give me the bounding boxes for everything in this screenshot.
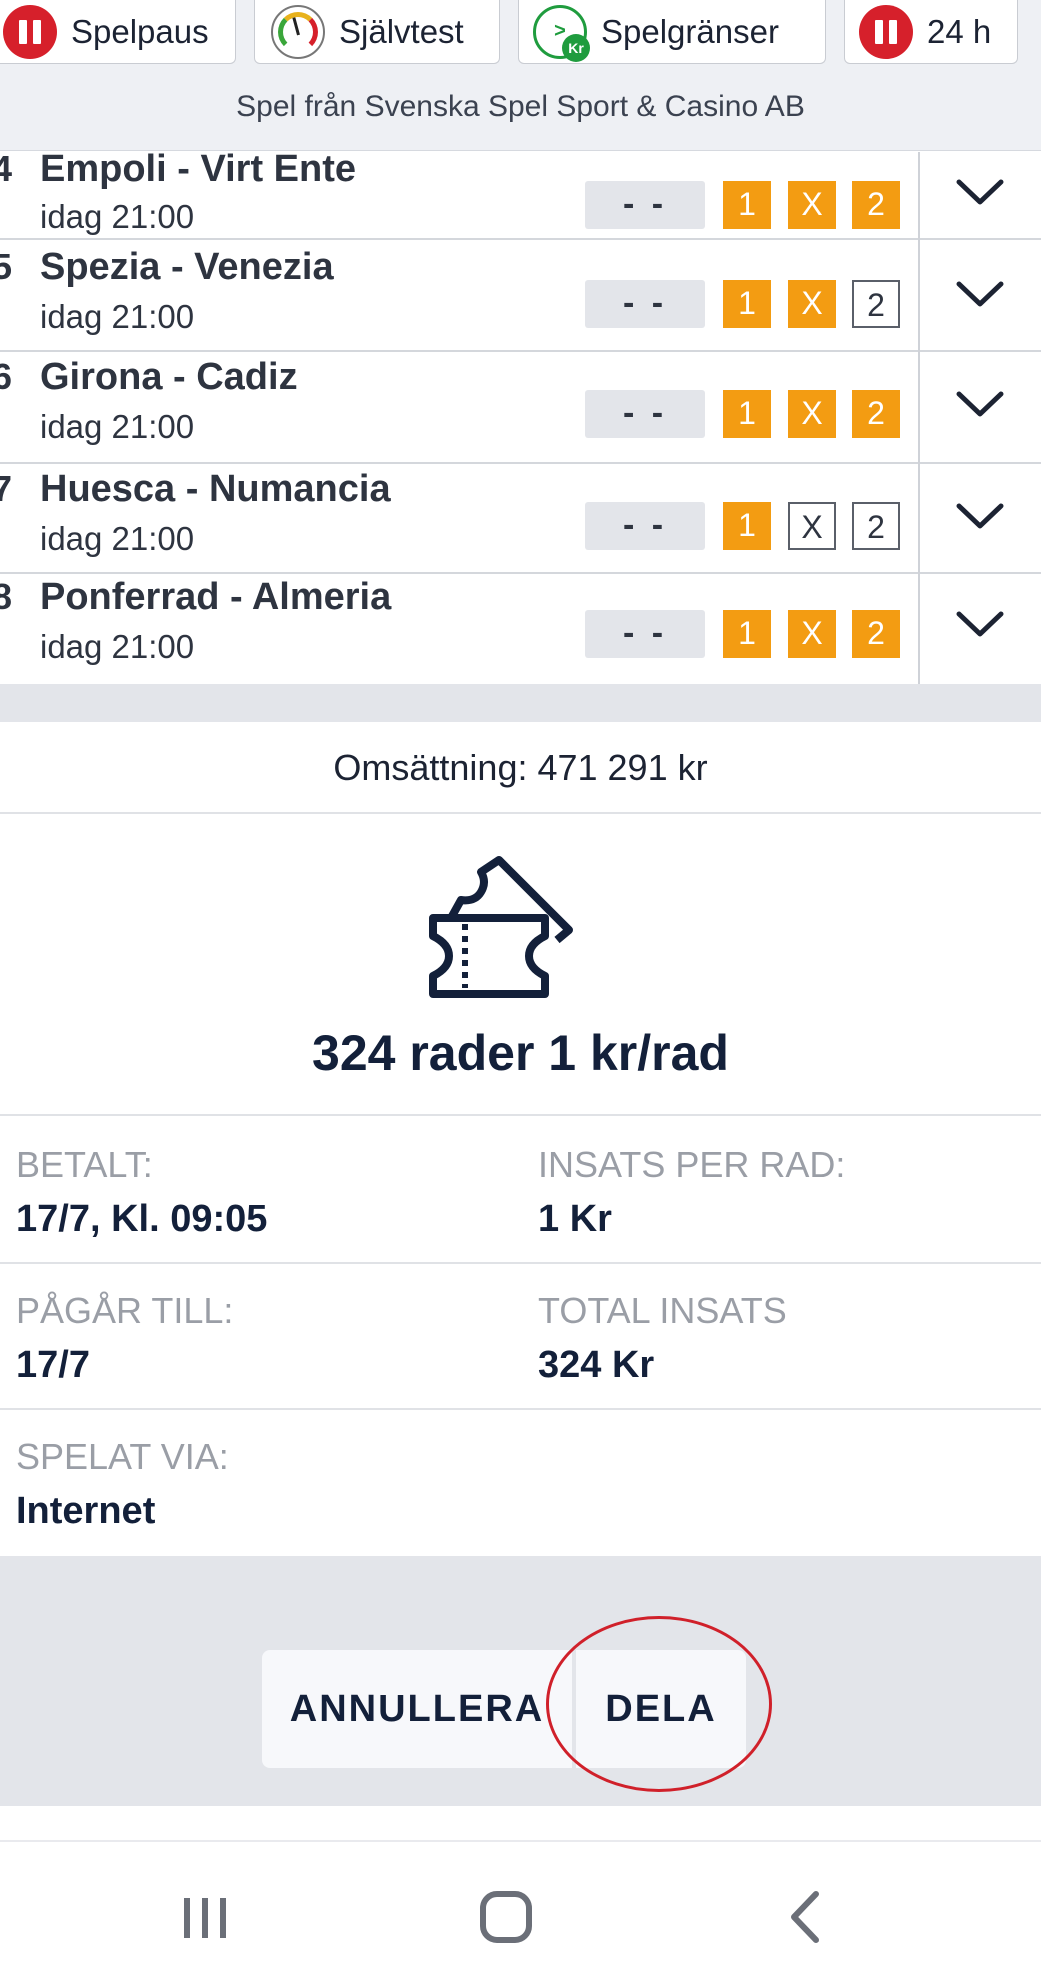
spelpaus-button[interactable]: Spelpaus — [0, 0, 236, 64]
chevron-down-icon[interactable] — [955, 380, 1005, 430]
runs-until-cell: PÅGÅR TILL: 17/7 — [16, 1290, 233, 1387]
ticket-title: 324 rader 1 kr/rad — [312, 1025, 729, 1081]
info-row-runs-until: PÅGÅR TILL: 17/7 TOTAL INSATS 324 Kr — [0, 1264, 1041, 1410]
ticket-summary: 324 rader 1 kr/rad — [0, 814, 1041, 1116]
row-divider — [918, 574, 920, 684]
pick-1[interactable]: 1 — [723, 390, 771, 438]
cancel-button[interactable]: ANNULLERA — [262, 1650, 572, 1768]
stake-per-row-label: INSATS PER RAD: — [538, 1144, 846, 1185]
chevron-down-icon[interactable] — [955, 600, 1005, 650]
pick-1[interactable]: 1 — [723, 280, 771, 328]
match-list: 4 Empoli - Virt Ente idag 21:00 - - 1 X … — [0, 152, 1041, 684]
pick-x[interactable]: X — [788, 181, 836, 229]
system-nav-bar — [0, 1840, 1041, 1984]
stake-per-row-cell: INSATS PER RAD: 1 Kr — [538, 1144, 845, 1241]
pick-2[interactable]: 2 — [852, 390, 900, 438]
pick-x[interactable]: X — [788, 610, 836, 658]
pick-2[interactable]: 2 — [852, 610, 900, 658]
match-row[interactable]: 6 Girona - Cadiz idag 21:00 - - 1 X 2 — [0, 352, 1041, 464]
pick-2[interactable]: 2 — [852, 502, 900, 550]
row-divider — [918, 240, 920, 352]
responsible-gaming-bar: Spelpaus Självtest > Kr Spelgränser 24 h… — [0, 0, 1041, 151]
match-row[interactable]: 7 Huesca - Numancia idag 21:00 - - 1 X 2 — [0, 464, 1041, 574]
spelgranser-button[interactable]: > Kr Spelgränser — [518, 0, 826, 64]
sjalvtest-label: Självtest — [339, 12, 464, 50]
chevron-down-icon[interactable] — [955, 168, 1005, 218]
match-time: idag 21:00 — [40, 408, 195, 445]
played-via-label: SPELAT VIA: — [16, 1436, 229, 1477]
annotation-circle — [546, 1616, 772, 1792]
match-teams: Ponferrad - Almeria — [40, 576, 392, 618]
pause-icon — [859, 4, 913, 59]
match-number: 5 — [0, 246, 13, 287]
info-row-played-via: SPELAT VIA: Internet — [0, 1410, 1041, 1556]
match-teams: Empoli - Virt Ente — [40, 152, 357, 190]
match-teams: Spezia - Venezia — [40, 246, 334, 288]
kr-badge: Kr — [562, 33, 590, 62]
match-number: 7 — [0, 468, 13, 509]
pick-2[interactable]: 2 — [852, 181, 900, 229]
info-row-paid: BETALT: 17/7, Kl. 09:05 INSATS PER RAD: … — [0, 1116, 1041, 1264]
played-via-value: Internet — [16, 1490, 156, 1532]
score-box: - - — [585, 610, 705, 658]
total-stake-label: TOTAL INSATS — [538, 1290, 787, 1331]
spelpaus-label: Spelpaus — [71, 12, 209, 50]
score-box: - - — [585, 390, 705, 438]
chevron-down-icon[interactable] — [955, 492, 1005, 542]
row-divider — [918, 352, 920, 464]
pause-icon — [3, 4, 57, 59]
limits-kr-icon: > Kr — [533, 4, 590, 62]
pause-24h-button[interactable]: 24 h — [844, 0, 1018, 64]
match-row[interactable]: 8 Ponferrad - Almeria idag 21:00 - - 1 X… — [0, 574, 1041, 684]
recent-apps-icon[interactable] — [170, 1882, 240, 1952]
match-time: idag 21:00 — [40, 298, 195, 335]
back-icon[interactable] — [772, 1882, 842, 1952]
match-row[interactable]: 5 Spezia - Venezia idag 21:00 - - 1 X 2 — [0, 240, 1041, 352]
gauge-icon — [271, 4, 325, 59]
chevron-down-icon[interactable] — [955, 270, 1005, 320]
runs-until-value: 17/7 — [16, 1344, 90, 1386]
score-box: - - — [585, 280, 705, 328]
pick-x[interactable]: X — [788, 502, 836, 550]
total-stake-cell: TOTAL INSATS 324 Kr — [538, 1290, 787, 1387]
row-divider — [918, 464, 920, 574]
pick-x[interactable]: X — [788, 280, 836, 328]
operator-caption: Spel från Svenska Spel Sport & Casino AB — [236, 90, 805, 123]
match-number: 8 — [0, 576, 13, 617]
home-icon[interactable] — [471, 1882, 541, 1952]
match-number: 4 — [0, 152, 13, 189]
match-teams: Girona - Cadiz — [40, 356, 298, 398]
paid-value: 17/7, Kl. 09:05 — [16, 1198, 268, 1240]
ticket-icon — [429, 856, 573, 998]
pick-1[interactable]: 1 — [723, 502, 771, 550]
turnover-text: Omsättning: 471 291 kr — [0, 722, 1041, 814]
match-row[interactable]: 4 Empoli - Virt Ente idag 21:00 - - 1 X … — [0, 152, 1041, 240]
match-number: 6 — [0, 356, 13, 397]
paid-cell: BETALT: 17/7, Kl. 09:05 — [16, 1144, 267, 1241]
action-area: ANNULLERA DELA — [0, 1556, 1041, 1806]
match-time: idag 21:00 — [40, 198, 195, 235]
sjalvtest-button[interactable]: Självtest — [254, 0, 500, 64]
match-time: idag 21:00 — [40, 628, 195, 665]
pick-1[interactable]: 1 — [723, 181, 771, 229]
pick-1[interactable]: 1 — [723, 610, 771, 658]
pick-x[interactable]: X — [788, 390, 836, 438]
pick-2[interactable]: 2 — [852, 280, 900, 328]
played-via-cell: SPELAT VIA: Internet — [16, 1436, 229, 1533]
match-time: idag 21:00 — [40, 520, 195, 557]
spelgranser-label: Spelgränser — [601, 12, 779, 50]
pause-24h-label: 24 h — [927, 12, 992, 50]
runs-until-label: PÅGÅR TILL: — [16, 1290, 234, 1331]
score-box: - - — [585, 502, 705, 550]
list-footer — [0, 684, 1041, 722]
total-stake-value: 324 Kr — [538, 1344, 655, 1386]
match-teams: Huesca - Numancia — [40, 468, 391, 510]
stake-per-row-value: 1 Kr — [538, 1198, 612, 1240]
score-box: - - — [585, 181, 705, 229]
paid-label: BETALT: — [16, 1144, 153, 1185]
row-divider — [918, 152, 920, 240]
